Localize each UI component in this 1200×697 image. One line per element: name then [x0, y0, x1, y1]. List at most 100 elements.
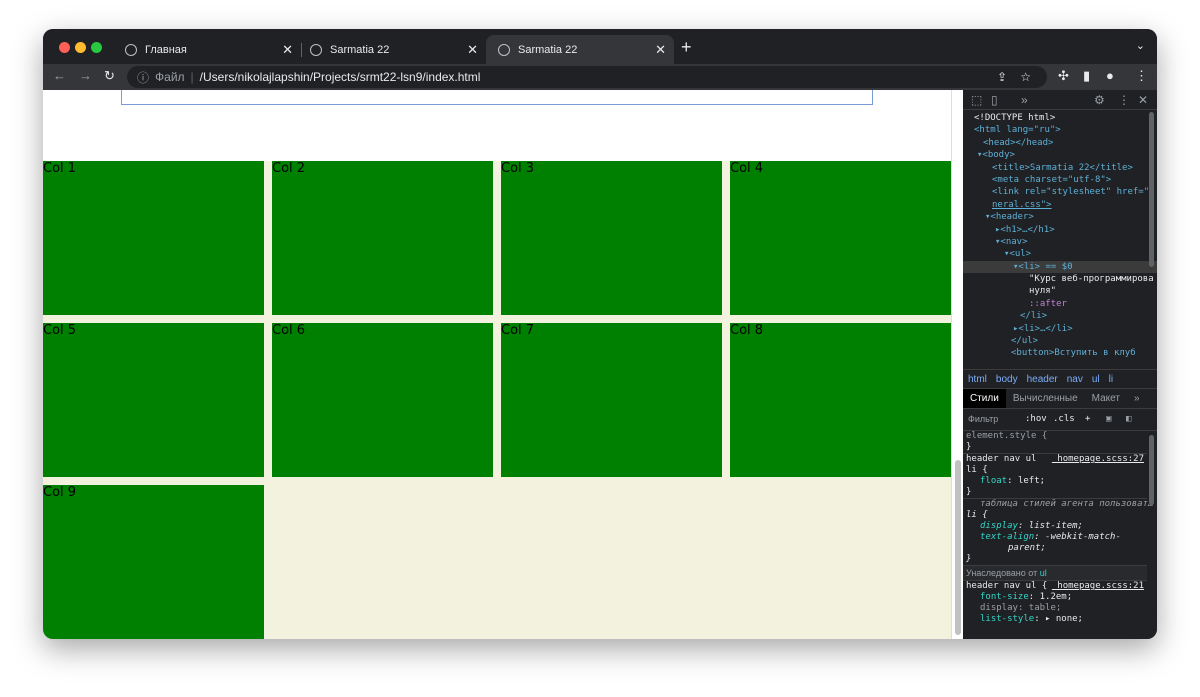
new-tab-button[interactable]: +	[681, 37, 692, 58]
dom-node[interactable]: ▾<nav>	[963, 236, 1157, 248]
crumb-li[interactable]: li	[1109, 374, 1113, 385]
crumb-header[interactable]: header	[1027, 374, 1058, 385]
grid-column: Col 5	[43, 323, 264, 477]
tab-search-chevron-icon[interactable]: ⌄	[1136, 39, 1145, 52]
styles-tabs: Стили Вычисленные Макет »	[963, 389, 1157, 409]
dom-node[interactable]: <link rel="stylesheet" href="g	[963, 186, 1157, 198]
tab-styles[interactable]: Стили	[963, 389, 1006, 408]
more-panels-icon[interactable]: »	[1021, 93, 1028, 107]
cls-button[interactable]: .cls	[1053, 414, 1075, 424]
css-rule[interactable]: header nav ul _homepage.scss:27 li { floa…	[963, 454, 1147, 499]
reload-icon[interactable]: ↻	[104, 68, 115, 84]
inherited-link[interactable]: ul	[1040, 568, 1047, 578]
scheme-label: Файл	[155, 70, 185, 84]
minimize-window-button[interactable]	[75, 42, 86, 53]
tab-home[interactable]: Главная ✕	[113, 35, 301, 64]
dom-node[interactable]: </li>	[963, 310, 1157, 322]
bookmark-star-icon[interactable]: ☆	[1020, 70, 1031, 84]
browser-window: Главная ✕ Sarmatia 22 ✕ Sarmatia 22 ✕ + ⌄ ←…	[43, 29, 1157, 639]
styles-filter-bar: Фильтр :hov .cls + ▣ ◧	[963, 409, 1157, 431]
dom-node[interactable]: <button>Вступить в клуб	[963, 347, 1157, 359]
css-rule[interactable]: header nav ul {_homepage.scss:21 font-si…	[963, 581, 1147, 625]
tab-computed[interactable]: Вычисленные	[1006, 389, 1085, 408]
dom-pseudo-node[interactable]: ::after	[963, 298, 1157, 310]
tab-layout[interactable]: Макет	[1085, 389, 1127, 408]
tab-title: Главная	[145, 43, 187, 56]
back-icon[interactable]: ←	[53, 68, 66, 83]
device-toolbar-icon[interactable]: ▯	[991, 93, 998, 107]
page-header	[43, 90, 951, 161]
grid-column: Col 1	[43, 161, 264, 315]
source-link[interactable]: _homepage.scss:27	[1052, 454, 1144, 465]
divider: |	[190, 70, 194, 84]
tab-sarmatia-2[interactable]: Sarmatia 22 ✕	[486, 35, 674, 64]
inherited-header: Унаследовано от ul	[963, 566, 1147, 581]
menu-icon[interactable]: ⋮	[1135, 68, 1148, 84]
forward-icon[interactable]: →	[79, 68, 92, 83]
dom-node[interactable]: <title>Sarmatia 22</title>	[963, 162, 1157, 174]
devtools-toolbar: ⬚ ▯ » ⚙ ⋮ ✕	[963, 90, 1157, 110]
address-bar[interactable]: ⓘ Файл | /Users/nikolajlapshin/Projects/…	[127, 66, 1047, 88]
dom-node[interactable]: ▾<header>	[963, 211, 1157, 223]
dom-scrollbar[interactable]	[1149, 112, 1154, 267]
crumb-ul[interactable]: ul	[1092, 374, 1100, 385]
crumb-body[interactable]: body	[996, 374, 1018, 385]
paint-icon[interactable]: ▣	[1106, 414, 1111, 424]
filter-input[interactable]: Фильтр	[968, 414, 998, 424]
tab-bar: Главная ✕ Sarmatia 22 ✕ Sarmatia 22 ✕ + ⌄	[43, 29, 1157, 64]
user-agent-rule[interactable]: таблица стилей агента пользоват… li { di…	[963, 499, 1153, 566]
share-icon[interactable]: ⇪	[997, 70, 1007, 84]
devtools-menu-icon[interactable]: ⋮	[1118, 93, 1130, 107]
crumb-html[interactable]: html	[968, 374, 987, 385]
grid-column: Col 6	[272, 323, 493, 477]
settings-gear-icon[interactable]: ⚙	[1094, 93, 1105, 107]
dom-node[interactable]: <meta charset="utf-8">	[963, 174, 1157, 186]
close-tab-icon[interactable]: ✕	[467, 42, 478, 58]
header-box	[121, 90, 873, 105]
url-text: /Users/nikolajlapshin/Projects/srmt22-ls…	[199, 70, 481, 84]
dom-node[interactable]: ▾<body>	[963, 149, 1157, 161]
scrollbar-thumb[interactable]	[955, 460, 961, 635]
hov-button[interactable]: :hov	[1025, 414, 1047, 424]
close-tab-icon[interactable]: ✕	[282, 42, 293, 58]
close-tab-icon[interactable]: ✕	[655, 42, 666, 58]
grid-column: Col 9	[43, 485, 264, 639]
grid-column: Col 8	[730, 323, 951, 477]
dom-node[interactable]: <!DOCTYPE html>	[963, 112, 1157, 124]
grid-column: Col 3	[501, 161, 722, 315]
devtools-panel: ⬚ ▯ » ⚙ ⋮ ✕ <!DOCTYPE html> <html lang="…	[963, 90, 1157, 639]
sidebar-icon[interactable]: ▮	[1083, 68, 1090, 84]
dom-node[interactable]: neral.css">	[963, 199, 1157, 211]
more-tabs-icon[interactable]: »	[1127, 389, 1147, 408]
styles-scrollbar[interactable]	[1149, 435, 1154, 505]
dom-node[interactable]: <html lang="ru">	[963, 124, 1157, 136]
dom-text-node[interactable]: нуля"	[963, 285, 1157, 297]
dom-text-node[interactable]: "Курс веб-программирова	[963, 273, 1157, 285]
close-window-button[interactable]	[59, 42, 70, 53]
dom-node[interactable]: ▸<h1>…</h1>	[963, 224, 1157, 236]
page-viewport: Col 1 Col 2 Col 3 Col 4 Col 5 Col 6 Col …	[43, 90, 951, 639]
inspect-icon[interactable]: ⬚	[971, 93, 982, 107]
globe-icon	[498, 43, 510, 56]
add-rule-icon[interactable]: +	[1085, 414, 1090, 424]
dom-node[interactable]: </ul>	[963, 335, 1157, 347]
extensions-icon[interactable]: ✣	[1058, 68, 1069, 84]
tab-title: Sarmatia 22	[518, 43, 578, 56]
grid-column: Col 4	[730, 161, 951, 315]
tab-sarmatia-1[interactable]: Sarmatia 22 ✕	[298, 35, 486, 64]
dom-node[interactable]: ▾<ul>	[963, 248, 1157, 260]
dom-node[interactable]: ▸<li>…</li>	[963, 323, 1157, 335]
tab-title: Sarmatia 22	[330, 43, 390, 56]
source-link[interactable]: _homepage.scss:21	[1052, 581, 1144, 592]
close-devtools-icon[interactable]: ✕	[1138, 93, 1148, 107]
grid-column: Col 2	[272, 161, 493, 315]
dom-node-selected[interactable]: ▾<li> == $0	[963, 260, 1157, 274]
crumb-nav[interactable]: nav	[1067, 374, 1083, 385]
toggle-sidebar-icon[interactable]: ◧	[1126, 414, 1131, 424]
dom-node[interactable]: <head></head>	[963, 137, 1157, 149]
globe-icon	[125, 43, 137, 56]
element-style-rule[interactable]: element.style { }	[963, 431, 1147, 454]
profile-icon[interactable]: ●	[1106, 68, 1114, 83]
zoom-window-button[interactable]	[91, 42, 102, 53]
page-scrollbar[interactable]	[951, 90, 963, 639]
